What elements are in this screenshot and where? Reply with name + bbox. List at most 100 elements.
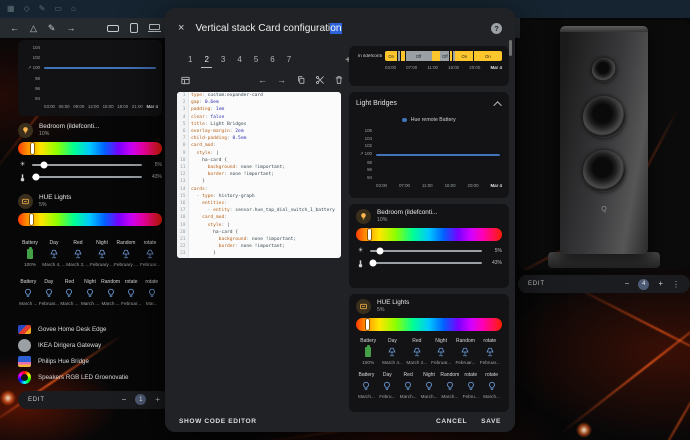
scene-column[interactable]: RedMarch 2...	[405, 338, 429, 365]
scene-column[interactable]: DayMarch 4, ...	[42, 240, 66, 267]
move-left-icon[interactable]: ←	[256, 76, 269, 85]
close-icon[interactable]: ×	[178, 23, 184, 34]
brightness-knob[interactable]	[377, 248, 384, 255]
color-slider-handle[interactable]	[31, 143, 34, 154]
history-graph-card[interactable]: 104102↗ 100989694 03:0006:0009:0012:0015…	[18, 40, 162, 116]
bedroom-light-card[interactable]: Bedroom (ildefconti... 10% ☀ 5%	[18, 123, 162, 182]
expander-card[interactable]: Light Bridges Hue remote Battery 1061041…	[349, 92, 509, 198]
increment-button[interactable]: +	[658, 280, 663, 288]
brightness-slider[interactable]	[370, 250, 482, 252]
scene-column[interactable]: BatteryMarch ...	[18, 279, 39, 306]
light-bulb-icon[interactable]	[18, 123, 33, 138]
speaker-woofer	[583, 150, 625, 192]
scene-column[interactable]: rotateMarch...	[481, 372, 502, 399]
hue-bridge-device-icon[interactable]	[356, 299, 371, 314]
color-temp-slider[interactable]	[370, 262, 482, 264]
color-slider-handle[interactable]	[30, 214, 33, 225]
tab-1[interactable]: 1	[185, 53, 195, 67]
scene-column[interactable]: RandomFebruary ...	[114, 240, 138, 267]
device-download-icon[interactable]	[130, 23, 138, 33]
color-temp-knob[interactable]	[33, 174, 40, 181]
light-bulb-icon[interactable]	[356, 209, 371, 224]
scene-column[interactable]: rotateFebruar...	[121, 279, 142, 306]
show-code-editor-button[interactable]: SHOW CODE EDITOR	[179, 418, 257, 425]
color-temp-knob[interactable]	[370, 260, 377, 267]
tab-2[interactable]: 2	[201, 53, 211, 68]
scene-column[interactable]: RandomMarch ...	[100, 279, 121, 306]
scene-column[interactable]: Battery100%	[18, 240, 42, 267]
visual-editor-icon[interactable]	[179, 75, 192, 86]
scene-column[interactable]: BatteryMarch...	[356, 372, 377, 399]
color-temp-slider[interactable]	[32, 176, 142, 178]
undo-icon[interactable]: ←	[10, 24, 19, 33]
brightness-slider[interactable]	[32, 164, 142, 166]
scene-column[interactable]: rotateFebruar...	[138, 240, 162, 267]
tab-6[interactable]: 6	[267, 53, 277, 67]
tab-5[interactable]: 5	[251, 53, 261, 67]
cut-icon[interactable]	[313, 75, 326, 85]
color-slider-handle[interactable]	[366, 319, 369, 330]
edit-button[interactable]: EDIT	[28, 397, 45, 403]
device-row[interactable]: Govee Home Desk Edge	[18, 322, 162, 338]
hue-bridge-device-icon[interactable]	[18, 194, 33, 209]
redo-icon[interactable]: →	[66, 24, 75, 33]
scene-column[interactable]: DayMarch 4...	[380, 338, 404, 365]
grid-icon[interactable]: ▦	[7, 5, 15, 13]
scene-column[interactable]: NightMarch ...	[80, 279, 101, 306]
speaker-picture-card[interactable]: Q	[518, 20, 690, 270]
brightness-knob[interactable]	[41, 162, 48, 169]
duplicate-icon[interactable]	[294, 75, 307, 85]
color-slider[interactable]	[18, 213, 162, 226]
scene-column[interactable]: RandomMarch...	[439, 372, 460, 399]
yaml-code-editor[interactable]: 1type: custom:expander-card2gap: 0.6em3p…	[177, 92, 341, 258]
scene-column[interactable]: rotateFebru...	[460, 372, 481, 399]
device-row[interactable]: IKEA Dirigera Gateway	[18, 338, 162, 354]
scene-column[interactable]: NightMarch...	[419, 372, 440, 399]
dialog-scrollbar[interactable]	[509, 40, 512, 56]
scene-column[interactable]: rotateMar...	[141, 279, 162, 306]
cancel-button[interactable]: CANCEL	[436, 418, 467, 425]
pencil-icon[interactable]: ✎	[39, 5, 46, 13]
move-right-icon[interactable]: →	[275, 76, 288, 85]
scene-column[interactable]: rotateFebruar...	[478, 338, 502, 365]
help-icon[interactable]: ?	[491, 23, 502, 34]
decrement-button[interactable]: −	[122, 396, 127, 404]
scene-column[interactable]: DayFebruar...	[39, 279, 60, 306]
home-icon[interactable]: ⌂	[71, 5, 76, 13]
window-icon[interactable]: ▭	[54, 5, 62, 13]
decrement-button[interactable]: −	[625, 280, 630, 288]
color-slider[interactable]	[356, 318, 502, 331]
delete-icon[interactable]	[332, 75, 345, 85]
scene-column[interactable]: DayFebru...	[377, 372, 398, 399]
scene-column[interactable]: Battery100%	[356, 338, 380, 365]
chevron-up-icon[interactable]	[493, 101, 501, 109]
hue-lights-card[interactable]: HUE Lights 5%	[18, 194, 162, 226]
save-button[interactable]: SAVE	[481, 418, 501, 425]
color-slider[interactable]	[18, 142, 162, 155]
scene-column[interactable]: RedMarch 2, ...	[66, 240, 90, 267]
color-slider-handle[interactable]	[368, 229, 371, 240]
device-row[interactable]: Speakers RGB LED Groenovatie	[18, 370, 162, 386]
device-row[interactable]: Philips Hue Bridge	[18, 354, 162, 370]
tab-4[interactable]: 4	[234, 53, 244, 67]
color-slider[interactable]	[356, 228, 502, 241]
scene-column[interactable]: RedMarch...	[398, 372, 419, 399]
scene-column[interactable]: NightFebruary ...	[90, 240, 114, 267]
hue-lights-card[interactable]: HUE Lights 5% Battery100%DayMarch 4...Re…	[349, 294, 509, 412]
light-brightness-percent: 10%	[377, 217, 437, 223]
tab-7[interactable]: 7	[284, 53, 294, 67]
laptop-icon[interactable]	[149, 24, 160, 30]
timeline-history-card[interactable]: m ildefconti OnOffOffOnOn 03:0007:0011:0…	[349, 46, 509, 86]
scene-column[interactable]: RedMarch ...	[59, 279, 80, 306]
draw-icon[interactable]: ✎	[48, 24, 56, 33]
overflow-menu-icon[interactable]: ⋮	[672, 280, 680, 289]
increment-button[interactable]: +	[155, 396, 160, 404]
edit-button[interactable]: EDIT	[528, 281, 545, 287]
shapes-icon[interactable]: △	[30, 24, 37, 33]
diamond-icon[interactable]: ◇	[24, 5, 30, 13]
keyboard-icon[interactable]	[107, 25, 119, 32]
bedroom-light-card[interactable]: Bedroom (ildefconti... 10% ☀ 5%	[349, 204, 509, 288]
scene-column[interactable]: RandomFebruar...	[453, 338, 477, 365]
tab-3[interactable]: 3	[218, 53, 228, 67]
scene-column[interactable]: NightFebruar...	[429, 338, 453, 365]
